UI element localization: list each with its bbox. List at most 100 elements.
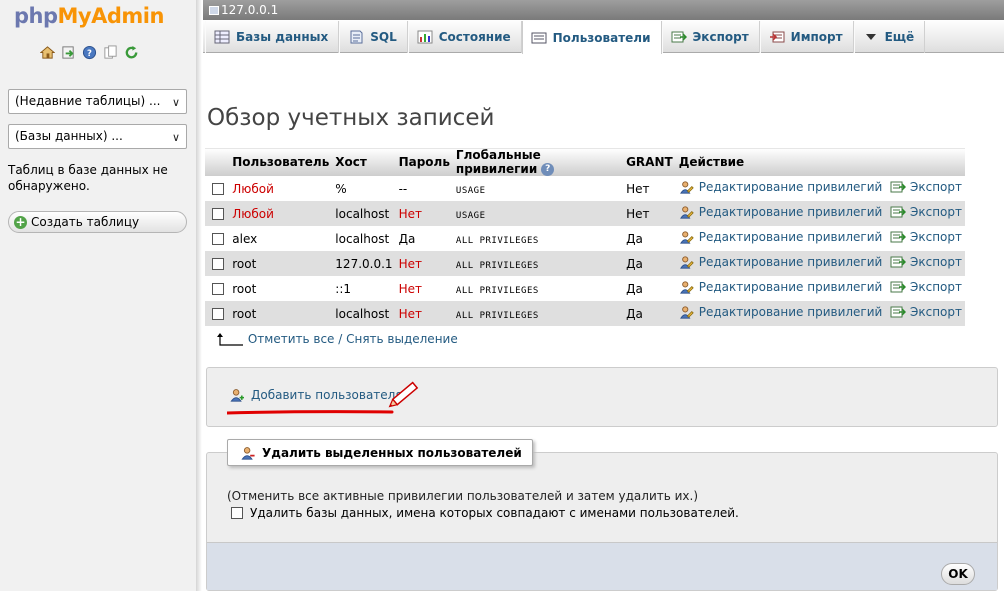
row-checkbox[interactable] xyxy=(212,308,224,320)
export-icon xyxy=(671,31,687,43)
docs-icon[interactable] xyxy=(103,45,118,60)
create-table-label: Создать таблицу xyxy=(31,215,140,229)
table-row: alex localhost Да ALL PRIVILEGES Да Редактиро… xyxy=(205,226,965,251)
grant-cell: Да xyxy=(623,226,676,251)
edit-privileges-label: Редактирование привилегий xyxy=(698,230,883,244)
export-user-link[interactable]: Экспорт xyxy=(890,205,962,219)
grant-cell: Да xyxy=(623,276,676,301)
tab-users-label: Пользователи xyxy=(552,30,651,45)
tab-sql[interactable]: SQL xyxy=(339,21,408,53)
export-user-link[interactable]: Экспорт xyxy=(890,230,962,244)
header-grant: GRANT xyxy=(623,147,676,176)
drop-databases-checkbox[interactable] xyxy=(231,507,243,519)
check-all-link[interactable]: Отметить все xyxy=(248,332,335,346)
server-label: 127.0.0.1 xyxy=(221,3,279,17)
row-checkbox[interactable] xyxy=(212,183,224,195)
help-icon[interactable]: ? xyxy=(82,45,97,60)
home-icon[interactable] xyxy=(40,45,55,60)
edit-privileges-label: Редактирование привилегий xyxy=(698,255,883,269)
edit-privileges-link[interactable]: Редактирование привилегий xyxy=(679,230,883,244)
action-cell: Редактирование привилегий Экспорт xyxy=(675,276,965,301)
nav-icon-bar: ? xyxy=(40,45,139,60)
sql-query-icon[interactable] xyxy=(61,45,76,60)
tab-status[interactable]: Состояние xyxy=(407,21,522,53)
user-cell: root xyxy=(229,276,333,301)
user-name: Любой xyxy=(232,181,274,196)
ok-button[interactable]: OK xyxy=(941,563,975,585)
grant-cell: Да xyxy=(623,251,676,276)
edit-privileges-link[interactable]: Редактирование привилегий xyxy=(679,205,882,219)
row-checkbox[interactable] xyxy=(212,283,224,295)
edit-privileges-label: Редактирование привилегий xyxy=(698,305,883,319)
edit-privileges-icon xyxy=(679,206,694,219)
tab-status-label: Состояние xyxy=(438,30,511,44)
delete-users-fieldset xyxy=(206,452,998,591)
user-cell: root xyxy=(229,301,333,326)
edit-privileges-link[interactable]: Редактирование привилегий xyxy=(679,280,882,294)
plus-icon: + xyxy=(14,215,27,229)
export-user-link[interactable]: Экспорт xyxy=(890,180,962,194)
reload-icon[interactable] xyxy=(124,45,139,60)
password-value: Нет xyxy=(398,206,422,221)
password-cell: Нет xyxy=(395,301,453,326)
row-checkbox[interactable] xyxy=(212,233,224,245)
export-user-link[interactable]: Экспорт xyxy=(890,280,962,294)
header-action: Действие xyxy=(675,147,965,176)
server-breadcrumb[interactable]: 127.0.0.1 xyxy=(203,0,1004,20)
row-checkbox[interactable] xyxy=(212,258,224,270)
edit-privileges-link[interactable]: Редактирование привилегий xyxy=(679,305,883,319)
sql-icon xyxy=(350,30,363,44)
tab-sql-label: SQL xyxy=(370,30,397,44)
privileges-value: USAGE xyxy=(455,210,486,221)
table-row: root 127.0.0.1 Нет ALL PRIVILEGES Да Редактир… xyxy=(205,251,965,276)
tab-export[interactable]: Экспорт xyxy=(661,21,760,53)
row-checkbox[interactable] xyxy=(212,208,224,220)
export-user-link[interactable]: Экспорт xyxy=(890,305,962,319)
server-icon xyxy=(209,6,219,15)
more-icon xyxy=(865,34,876,40)
tab-import[interactable]: Импорт xyxy=(759,21,854,53)
logo-text-myadmin: MyAdmin xyxy=(57,4,165,28)
create-table-button[interactable]: + Создать таблицу xyxy=(8,211,187,233)
export-user-link[interactable]: Экспорт xyxy=(890,255,962,269)
table-row: Любой% -- USAGE Нет Редактирование привилеги… xyxy=(205,176,965,201)
privileges-value: ALL PRIVILEGES xyxy=(455,235,539,246)
user-cell: Любой xyxy=(229,176,333,201)
user-cell: root xyxy=(229,251,333,276)
tab-users[interactable]: Пользователи xyxy=(521,21,662,54)
header-global-privileges: Глобальные привилегии? xyxy=(452,147,624,176)
recent-tables-select[interactable]: (Недавние таблицы) ... ∨ xyxy=(8,89,187,114)
drop-databases-option[interactable]: Удалить базы данных, имена которых совпа… xyxy=(231,506,739,520)
export-user-label: Экспорт xyxy=(909,230,962,244)
databases-value: (Базы данных) ... xyxy=(15,129,123,143)
export-user-label: Экспорт xyxy=(909,255,962,269)
databases-select[interactable]: (Базы данных) ... ∨ xyxy=(8,124,187,149)
tab-databases[interactable]: Базы данных xyxy=(205,21,340,53)
privileges-cell: ALL PRIVILEGES xyxy=(452,301,624,326)
export-icon xyxy=(890,206,906,218)
grant-cell: Нет xyxy=(623,176,676,201)
export-user-label: Экспорт xyxy=(909,205,962,219)
export-icon xyxy=(890,281,906,293)
row-select-cell xyxy=(205,201,230,226)
tab-databases-label: Базы данных xyxy=(236,30,329,44)
password-value: -- xyxy=(398,181,408,196)
row-select-cell xyxy=(205,176,230,201)
action-cell: Редактирование привилегий Экспорт xyxy=(675,226,965,251)
edit-privileges-link[interactable]: Редактирование привилегий xyxy=(679,180,882,194)
password-value: Нет xyxy=(398,306,422,321)
password-value: Нет xyxy=(398,256,422,271)
uncheck-all-link[interactable]: Снять выделение xyxy=(346,332,458,346)
help-icon[interactable]: ? xyxy=(541,163,555,176)
recent-tables-value: (Недавние таблицы) ... xyxy=(15,94,161,108)
host-cell: ::1 xyxy=(332,276,396,301)
edit-privileges-icon xyxy=(679,306,694,319)
users-icon xyxy=(531,32,547,43)
users-table: Пользователь Хост Пароль Глобальные прив… xyxy=(205,147,965,326)
password-cell: Нет xyxy=(395,251,453,276)
action-cell: Редактирование привилегий Экспорт xyxy=(675,176,965,201)
tab-more[interactable]: Ещё xyxy=(853,21,926,53)
phpmyadmin-logo[interactable]: phpMyAdmin xyxy=(14,4,164,28)
edit-privileges-link[interactable]: Редактирование привилегий xyxy=(679,255,883,269)
privileges-cell: ALL PRIVILEGES xyxy=(452,276,624,301)
